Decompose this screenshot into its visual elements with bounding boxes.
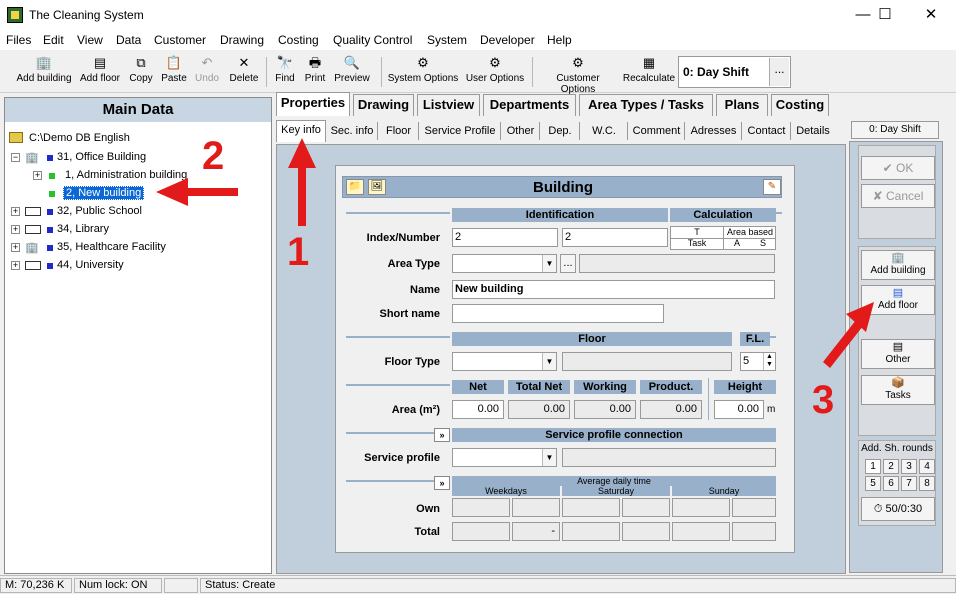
- arrow-2-shaft: [182, 188, 238, 196]
- arrow-2-head: [156, 178, 188, 206]
- annotation-number-3: 3: [812, 378, 835, 422]
- memory-status: M: 70,236 K: [0, 578, 72, 593]
- annotation-number-2: 2: [202, 134, 225, 178]
- status-bar: M: 70,236 K Num lock: ON Status: Create: [0, 575, 956, 594]
- annotation-number-1: 1: [287, 230, 310, 274]
- empty-status: [164, 578, 198, 593]
- numlock-status: Num lock: ON: [74, 578, 162, 593]
- arrow-3-shaft: [823, 320, 863, 368]
- arrow-1-head: [288, 138, 316, 168]
- annotation-overlay: [156, 138, 874, 368]
- mode-status: Status: Create: [200, 578, 956, 593]
- arrow-1-shaft: [298, 162, 306, 226]
